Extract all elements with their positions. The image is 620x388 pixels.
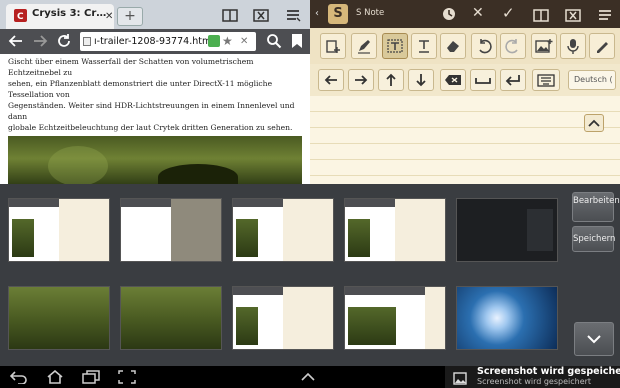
pen-icon[interactable]: [351, 33, 377, 59]
voice-icon[interactable]: [560, 33, 586, 59]
screenshot-icon[interactable]: [118, 369, 136, 385]
security-badge-icon[interactable]: [208, 35, 220, 47]
backspace-icon[interactable]: [440, 69, 466, 91]
cursor-up-icon[interactable]: [378, 69, 404, 91]
cursor-down-icon[interactable]: [408, 69, 434, 91]
screenshot-thumbnail[interactable]: [8, 198, 110, 262]
forward-icon[interactable]: [32, 33, 48, 53]
page-icon: [83, 37, 91, 46]
tray-actions: Bearbeiten Speichern: [572, 192, 620, 252]
discard-icon[interactable]: ✕: [472, 5, 484, 21]
window-split-icon[interactable]: [220, 5, 240, 25]
browser-tab-bar: C Crysis 3: Cr… ✕ +: [0, 0, 310, 29]
snote-title-bar: ‹ S S Note ✕ ✓: [310, 0, 620, 28]
screenshot-thumbnail[interactable]: [456, 286, 558, 350]
browser-address-bar: ı-trailer-1208-93774.html ★ ✕: [0, 29, 310, 54]
save-button[interactable]: Speichern: [572, 226, 615, 252]
browser-tab-title: Crysis 3: Cr…: [32, 8, 107, 19]
note-canvas[interactable]: [310, 96, 620, 184]
confirm-icon[interactable]: ✓: [502, 4, 515, 22]
back-icon[interactable]: [10, 369, 28, 385]
screenshot-thumbnail[interactable]: [456, 198, 558, 262]
browser-menu-icon[interactable]: [283, 5, 303, 25]
screenshot-thumbnail[interactable]: [232, 286, 334, 350]
cursor-right-icon[interactable]: [348, 69, 374, 91]
recent-apps-icon[interactable]: [82, 369, 100, 385]
eraser-icon[interactable]: [440, 33, 466, 59]
enter-icon[interactable]: [500, 69, 526, 91]
text-tool-icon[interactable]: [382, 33, 408, 59]
snote-menu-icon[interactable]: [597, 7, 613, 26]
handwriting-icon[interactable]: [589, 33, 615, 59]
snote-app-label: S Note: [356, 8, 385, 18]
notification-title: Screenshot wird gespeichert…: [477, 366, 620, 377]
snote-tools-toolbar: [310, 28, 620, 64]
screenshot-notification[interactable]: Screenshot wird gespeichert… Screenshot …: [445, 366, 620, 388]
article-line: Gischt über einem Wasserfall der Schatte…: [8, 57, 254, 77]
screenshot-tray: [0, 184, 620, 366]
url-input[interactable]: ı-trailer-1208-93774.html ★ ✕: [80, 32, 256, 51]
reload-icon[interactable]: [56, 33, 72, 53]
screenshot-thumbnail[interactable]: [8, 286, 110, 350]
bookmarks-icon[interactable]: [290, 33, 304, 53]
insert-image-icon[interactable]: [531, 33, 557, 59]
home-icon[interactable]: [46, 369, 64, 385]
screenshot-thumbnail[interactable]: [120, 198, 222, 262]
screenshot-thumbnail[interactable]: [232, 198, 334, 262]
screen: C Crysis 3: Cr… ✕ + ı-trailer-1208-93774…: [0, 0, 620, 388]
gallery-icon: [453, 370, 467, 388]
chevron-down-icon: [587, 335, 601, 344]
screenshot-thumbnail[interactable]: [344, 286, 446, 350]
cursor-left-icon[interactable]: [318, 69, 344, 91]
window-split-icon[interactable]: [533, 7, 549, 26]
clear-url-icon[interactable]: ✕: [240, 32, 248, 51]
browser-window: C Crysis 3: Cr… ✕ + ı-trailer-1208-93774…: [0, 0, 310, 184]
snote-window: ‹ S S Note ✕ ✓ Deutsch (: [310, 0, 620, 184]
url-text: ı-trailer-1208-93774.html: [94, 36, 214, 47]
window-close-icon[interactable]: [251, 5, 271, 25]
search-icon[interactable]: [266, 33, 282, 53]
language-selector[interactable]: Deutsch (: [568, 70, 616, 90]
article-line: globale Echtzeitbeleuchtung der laut Cry…: [8, 123, 293, 132]
keyboard-icon[interactable]: [532, 69, 560, 91]
screenshot-thumbnail[interactable]: [120, 286, 222, 350]
expand-up-icon[interactable]: [300, 369, 316, 385]
redo-icon[interactable]: [500, 33, 526, 59]
window-close-icon[interactable]: [565, 7, 581, 26]
article-text: Gischt über einem Wasserfall der Schatte…: [8, 56, 304, 133]
notification-subtitle: Screenshot wird gespeichert: [477, 377, 592, 386]
edit-button[interactable]: Bearbeiten: [572, 192, 620, 222]
article-line: Gegenständen. Weiter sind HDR-Lichtstreu…: [8, 101, 295, 121]
undo-icon[interactable]: [471, 33, 497, 59]
insert-page-icon[interactable]: [320, 33, 346, 59]
back-arrow-icon[interactable]: ‹: [315, 8, 319, 19]
collapse-toolbar-icon[interactable]: [584, 114, 604, 132]
snote-app-icon: S: [328, 4, 348, 24]
browser-tab[interactable]: C Crysis 3: Cr… ✕: [6, 4, 114, 29]
article-line: sehen, ein Pflanzenblatt demonstriert di…: [8, 79, 273, 99]
back-icon[interactable]: [8, 33, 24, 53]
snote-keyboard-toolbar: Deutsch (: [310, 64, 620, 96]
page-favicon-icon: C: [14, 9, 27, 22]
collapse-tray-button[interactable]: [574, 322, 614, 356]
article-image: [8, 136, 302, 184]
space-icon[interactable]: [470, 69, 496, 91]
screenshot-thumbnail[interactable]: [344, 198, 446, 262]
tab-close-icon[interactable]: ✕: [105, 11, 113, 22]
bookmark-star-icon[interactable]: ★: [222, 32, 233, 51]
sync-icon[interactable]: [441, 6, 458, 26]
svg-text:C: C: [17, 12, 24, 22]
text-format-icon[interactable]: [411, 33, 437, 59]
new-tab-button[interactable]: +: [117, 7, 143, 26]
